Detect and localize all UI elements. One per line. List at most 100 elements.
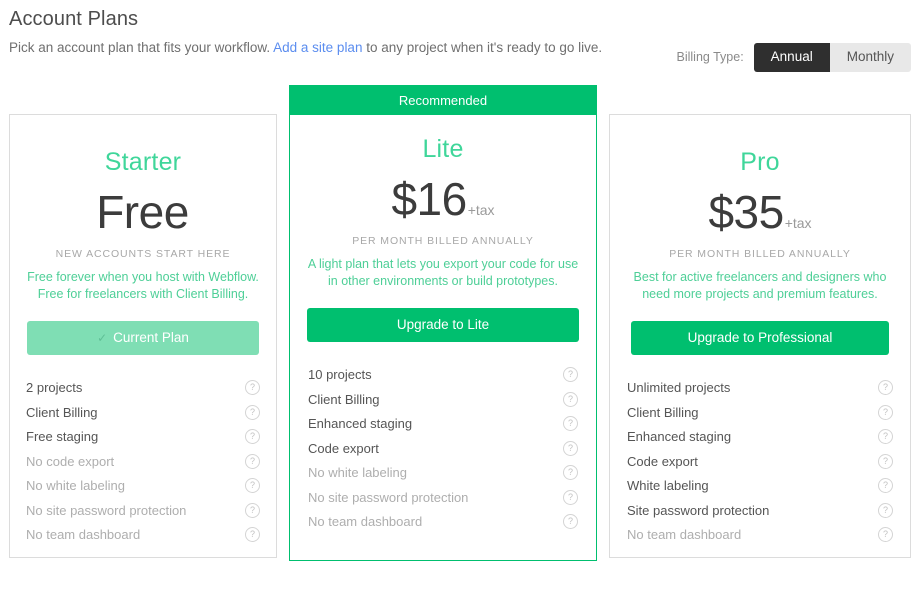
plan-price-suffix: +tax [784,215,812,231]
help-icon[interactable]: ? [878,380,893,395]
help-icon[interactable]: ? [245,478,260,493]
help-icon[interactable]: ? [878,478,893,493]
feature-row: 10 projects? [308,362,578,387]
feature-label: Enhanced staging [627,429,732,444]
feature-label: Client Billing [26,404,98,420]
feature-row: White labeling? [627,473,893,498]
help-icon[interactable]: ? [245,404,260,420]
current-plan-button: ✓ Current Plan [27,320,259,356]
billing-toggle-annual[interactable]: Annual [753,43,830,72]
plan-card-list: Starter Free NEW ACCOUNTS START HERE Fre… [0,85,920,585]
feature-label: Code export [627,453,698,469]
feature-label: 10 projects [308,367,372,382]
help-icon[interactable]: ? [563,391,578,407]
plan-price-row: $35+tax [624,189,896,235]
feature-row: No site password protection? [26,498,260,523]
plan-price-suffix: +tax [467,202,495,218]
help-icon[interactable]: ? [245,380,260,395]
help-icon[interactable]: ? [563,440,578,456]
plan-card-starter: Starter Free NEW ACCOUNTS START HERE Fre… [9,114,277,558]
feature-label: Code export [308,440,379,456]
feature-label: No white labeling [26,478,126,493]
current-plan-button-label: Current Plan [113,329,189,345]
help-icon[interactable]: ? [563,489,578,505]
feature-row: Free staging? [26,424,260,449]
feature-row: No team dashboard? [627,522,893,547]
feature-list: 10 projects? Client Billing? Enhanced stag… [290,362,596,534]
billing-type-toggle: Billing Type: Annual Monthly [676,43,911,72]
help-icon[interactable]: ? [878,502,893,518]
plan-price-row: $16+tax [304,176,582,222]
feature-label: No team dashboard [627,527,742,542]
help-icon[interactable]: ? [563,465,578,480]
help-icon[interactable]: ? [245,502,260,518]
feature-label: Client Billing [627,404,699,420]
billing-toggle-monthly[interactable]: Monthly [829,43,911,72]
feature-label: Unlimited projects [627,380,731,395]
plan-card-body: Starter Free NEW ACCOUNTS START HERE Fre… [10,115,276,356]
help-icon[interactable]: ? [878,453,893,469]
page-title: Account Plans [9,8,139,30]
plan-description: Free forever when you host with Webflow.… [27,270,259,301]
plan-price: $35 [708,186,784,238]
feature-list: Unlimited projects? Client Billing? Enhanc… [610,375,910,547]
feature-row: No site password protection? [308,485,578,510]
feature-row: Site password protection? [627,498,893,523]
feature-row: Unlimited projects? [627,375,893,400]
plan-card-body: Lite $16+tax PER MONTH BILLED ANNUALLY A… [290,86,596,343]
page-subtitle-text-before: Pick an account plan that fits your work… [9,40,274,55]
upgrade-to-lite-button[interactable]: Upgrade to Lite [307,307,579,343]
feature-row: Code export? [627,449,893,474]
feature-label: No site password protection [308,489,469,505]
help-icon[interactable]: ? [878,404,893,420]
help-icon[interactable]: ? [878,429,893,444]
plan-card-lite: Recommended Lite $16+tax PER MONTH BILLE… [289,85,597,561]
feature-label: No team dashboard [308,514,423,529]
feature-label: Free staging [26,429,99,444]
plan-name: Lite [422,135,464,163]
billing-type-label: Billing Type: [676,50,744,65]
plan-price-note: PER MONTH BILLED ANNUALLY [669,248,851,260]
feature-row: Enhanced staging? [627,424,893,449]
plan-price-note: PER MONTH BILLED ANNUALLY [352,235,534,247]
help-icon[interactable]: ? [245,429,260,444]
plan-card-body: Pro $35+tax PER MONTH BILLED ANNUALLY Be… [610,115,910,356]
feature-row: No white labeling? [308,460,578,485]
feature-list: 2 projects? Client Billing? Free staging? N… [10,375,276,547]
feature-row: Client Billing? [627,400,893,425]
feature-label: 2 projects [26,380,83,395]
feature-label: No team dashboard [26,527,141,542]
plan-card-pro: Pro $35+tax PER MONTH BILLED ANNUALLY Be… [609,114,911,558]
feature-row: 2 projects? [26,375,260,400]
feature-row: Client Billing? [308,387,578,412]
help-icon[interactable]: ? [245,453,260,469]
feature-label: Enhanced staging [308,416,413,431]
feature-label: No site password protection [26,502,187,518]
help-icon[interactable]: ? [878,527,893,542]
feature-label: White labeling [627,478,709,493]
upgrade-to-professional-button[interactable]: Upgrade to Professional [631,320,889,356]
plan-price: $16 [391,173,467,225]
help-icon[interactable]: ? [563,416,578,431]
feature-row: Code export? [308,436,578,461]
feature-label: No white labeling [308,465,408,480]
page-subtitle-text-after: to any project when it's ready to go liv… [362,40,603,55]
plan-price-row: Free [24,189,262,235]
feature-row: No team dashboard? [308,509,578,534]
plan-price-note: NEW ACCOUNTS START HERE [55,248,231,260]
feature-row: No team dashboard? [26,522,260,547]
feature-row: No code export? [26,449,260,474]
feature-row: No white labeling? [26,473,260,498]
help-icon[interactable]: ? [563,367,578,382]
check-icon: ✓ [97,330,108,345]
add-site-plan-link[interactable]: Add a site plan [273,40,362,55]
help-icon[interactable]: ? [563,514,578,529]
feature-row: Enhanced staging? [308,411,578,436]
help-icon[interactable]: ? [245,527,260,542]
plan-description: A light plan that lets you export your c… [307,257,579,288]
plan-price: Free [96,186,189,238]
plan-name: Pro [740,148,780,176]
plan-name: Starter [104,148,182,176]
feature-row: Client Billing? [26,400,260,425]
feature-label: No code export [26,453,115,469]
